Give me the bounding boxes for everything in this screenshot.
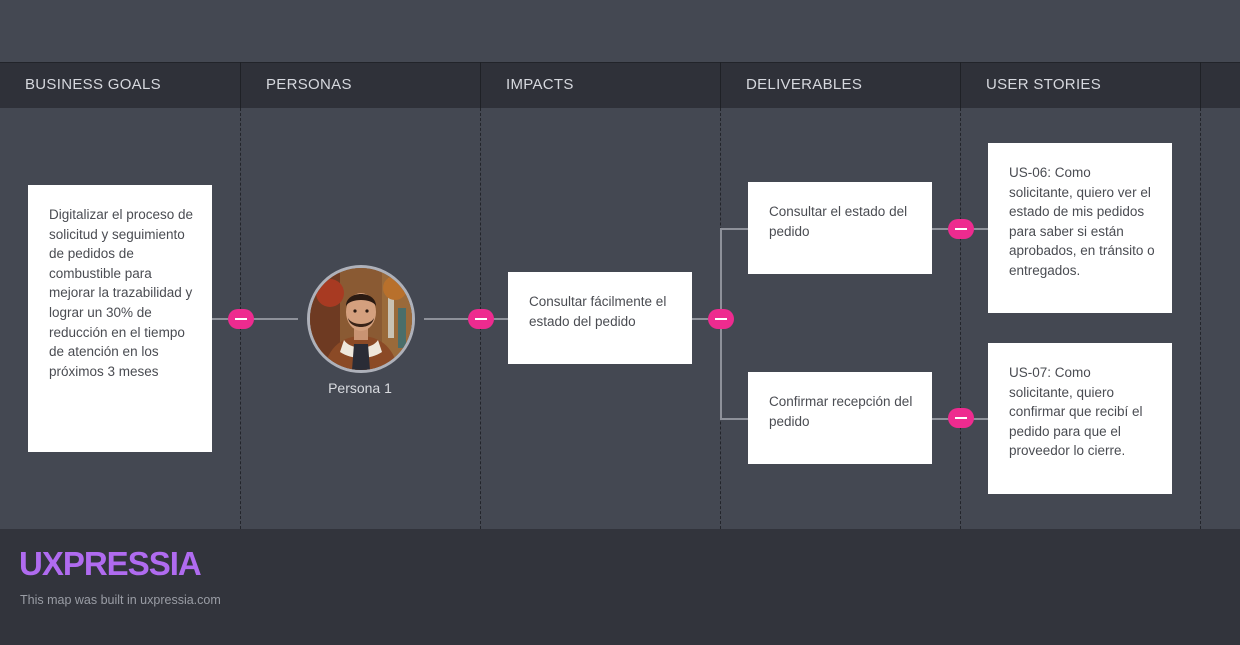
collapse-impact-connector-button[interactable] (708, 309, 734, 329)
uxpressia-logo[interactable]: UXPRESSIA (19, 545, 202, 583)
footer: UXPRESSIA This map was built in uxpressi… (0, 529, 1240, 645)
column-guide (960, 108, 961, 529)
user-story-card[interactable]: US-07: Como solicitante, quiero confirma… (988, 343, 1172, 494)
impact-text: Consultar fácilmente el estado del pedid… (529, 294, 667, 329)
link-branch-deliverable-1 (720, 228, 748, 230)
column-header-bar: BUSINESS GOALS PERSONAS IMPACTS DELIVERA… (0, 62, 1240, 108)
business-goal-text: Digitalizar el proceso de solicitud y se… (49, 207, 194, 379)
column-title-business-goals: BUSINESS GOALS (25, 76, 161, 93)
user-story-text: US-07: Como solicitante, quiero confirma… (1009, 365, 1143, 459)
column-separator (960, 62, 961, 108)
column-title-deliverables: DELIVERABLES (746, 76, 863, 93)
column-title-personas: PERSONAS (266, 76, 352, 93)
footer-credit[interactable]: This map was built in uxpressia.com (20, 593, 221, 607)
user-story-text: US-06: Como solicitante, quiero ver el e… (1009, 165, 1155, 278)
link-persona-to-impact (424, 318, 508, 320)
deliverable-card[interactable]: Consultar el estado del pedido (748, 182, 932, 274)
collapse-deliverable-2-connector-button[interactable] (948, 408, 974, 428)
column-separator (1200, 62, 1201, 108)
persona-avatar[interactable] (307, 265, 415, 373)
deliverable-card[interactable]: Confirmar recepción del pedido (748, 372, 932, 464)
link-branch-deliverable-2 (720, 418, 748, 420)
column-title-user-stories: USER STORIES (986, 76, 1102, 93)
column-guide (1200, 108, 1201, 529)
collapse-goal-connector-button[interactable] (228, 309, 254, 329)
deliverable-text: Confirmar recepción del pedido (769, 394, 913, 429)
column-separator (240, 62, 241, 108)
deliverable-text: Consultar el estado del pedido (769, 204, 908, 239)
collapse-deliverable-1-connector-button[interactable] (948, 219, 974, 239)
persona-photo-icon (310, 268, 412, 370)
column-separator (720, 62, 721, 108)
column-title-impacts: IMPACTS (506, 76, 574, 93)
business-goal-card[interactable]: Digitalizar el proceso de solicitud y se… (28, 185, 212, 452)
column-separator (480, 62, 481, 108)
persona-name[interactable]: Persona 1 (300, 380, 420, 396)
impact-card[interactable]: Consultar fácilmente el estado del pedid… (508, 272, 692, 364)
collapse-persona-connector-button[interactable] (468, 309, 494, 329)
user-story-card[interactable]: US-06: Como solicitante, quiero ver el e… (988, 143, 1172, 313)
link-goal-to-persona (212, 318, 298, 320)
